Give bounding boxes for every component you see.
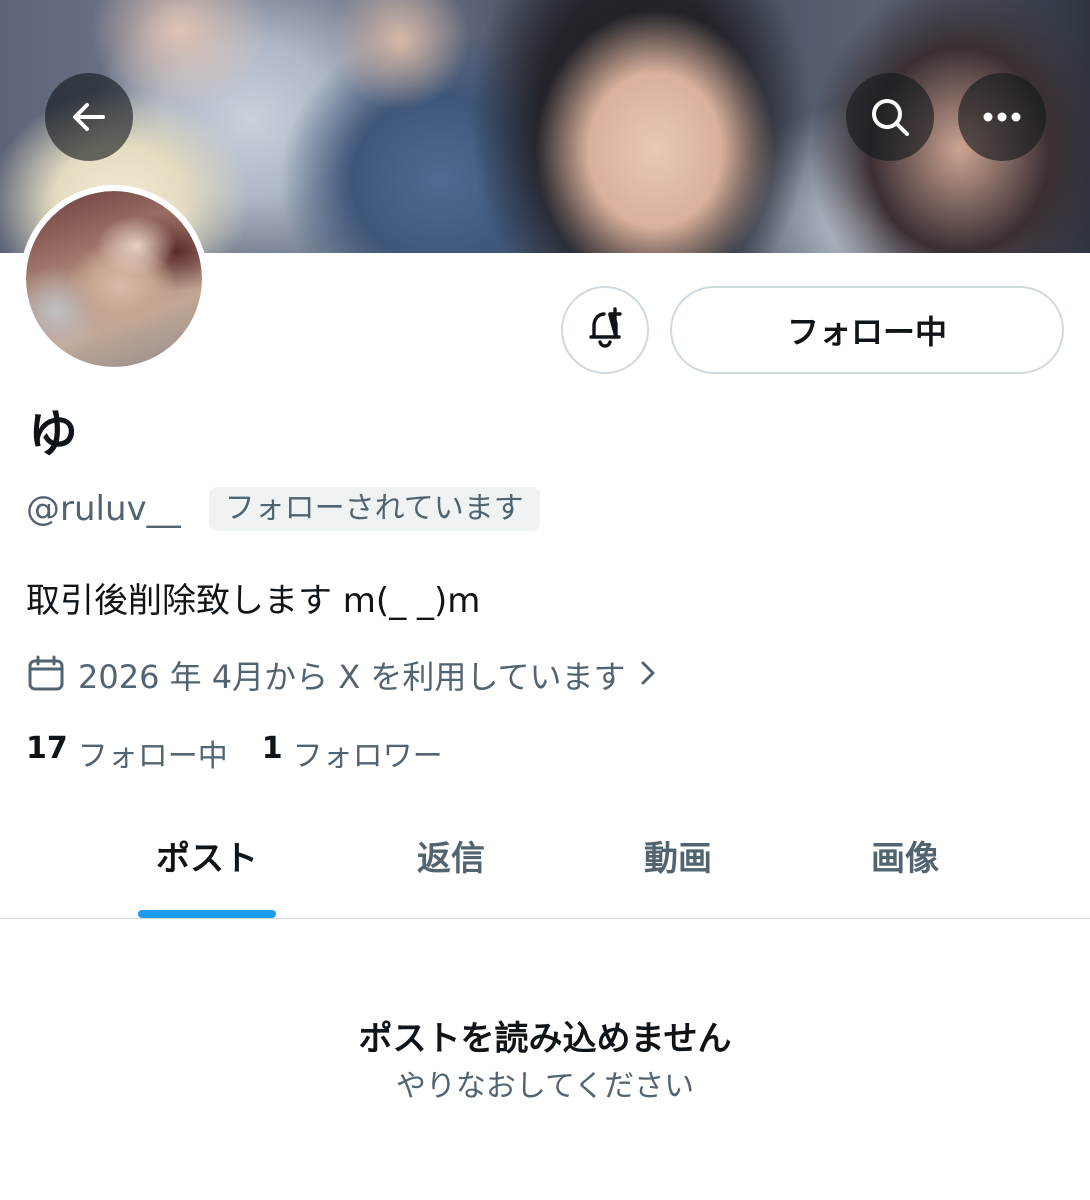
empty-state: ポストを読み込めません やりなおしてください: [0, 1014, 1090, 1108]
followers-stat[interactable]: 1 フォロワー: [262, 731, 443, 775]
follows-you-badge: フォローされています: [208, 487, 540, 531]
tab-posts[interactable]: ポスト: [107, 820, 307, 918]
tab-replies[interactable]: 返信: [351, 820, 551, 918]
more-button[interactable]: [958, 73, 1046, 161]
joined-date-text: 2026 年 4月から X を利用しています: [78, 658, 626, 696]
follow-stats: 17 フォロー中 1 フォロワー: [26, 730, 443, 776]
following-count: 17: [26, 731, 68, 766]
tab-videos[interactable]: 動画: [578, 820, 778, 918]
arrow-left-icon: [69, 97, 109, 137]
calendar-icon: [26, 653, 66, 697]
more-horizontal-icon: [980, 111, 1024, 123]
following-button[interactable]: フォロー中: [670, 286, 1064, 374]
tab-label: 返信: [417, 839, 485, 879]
joined-date-row[interactable]: 2026 年 4月から X を利用しています: [26, 652, 657, 698]
back-button[interactable]: [45, 73, 133, 161]
followers-count: 1: [261, 731, 283, 766]
search-icon: [868, 95, 912, 139]
following-stat[interactable]: 17 フォロー中: [26, 731, 228, 775]
avatar-image: [26, 191, 202, 367]
tab-images[interactable]: 画像: [805, 820, 1005, 918]
followers-label: フォロワー: [292, 739, 443, 774]
notifications-button[interactable]: [561, 286, 649, 374]
tab-label: ポスト: [156, 839, 258, 879]
avatar[interactable]: [20, 185, 208, 373]
tabs-divider: [0, 918, 1090, 919]
bell-plus-icon: [582, 305, 628, 355]
following-label: フォロー中: [77, 739, 228, 774]
empty-state-subtitle: やりなおしてください: [395, 1069, 695, 1104]
user-handle: @ruluv__: [26, 489, 181, 529]
empty-state-title: ポストを読み込めません: [358, 1019, 732, 1059]
chevron-right-icon: [639, 658, 657, 692]
display-name: ゆ: [28, 405, 78, 463]
search-button[interactable]: [846, 73, 934, 161]
profile-tabs: ポスト 返信 動画 画像: [0, 820, 1090, 918]
profile-bio: 取引後削除致します m(_ _)m: [26, 581, 481, 621]
tab-label: 動画: [644, 839, 712, 879]
tab-label: 画像: [871, 839, 939, 879]
handle-row: @ruluv__ フォローされています: [26, 486, 540, 532]
active-tab-indicator: [138, 910, 276, 918]
